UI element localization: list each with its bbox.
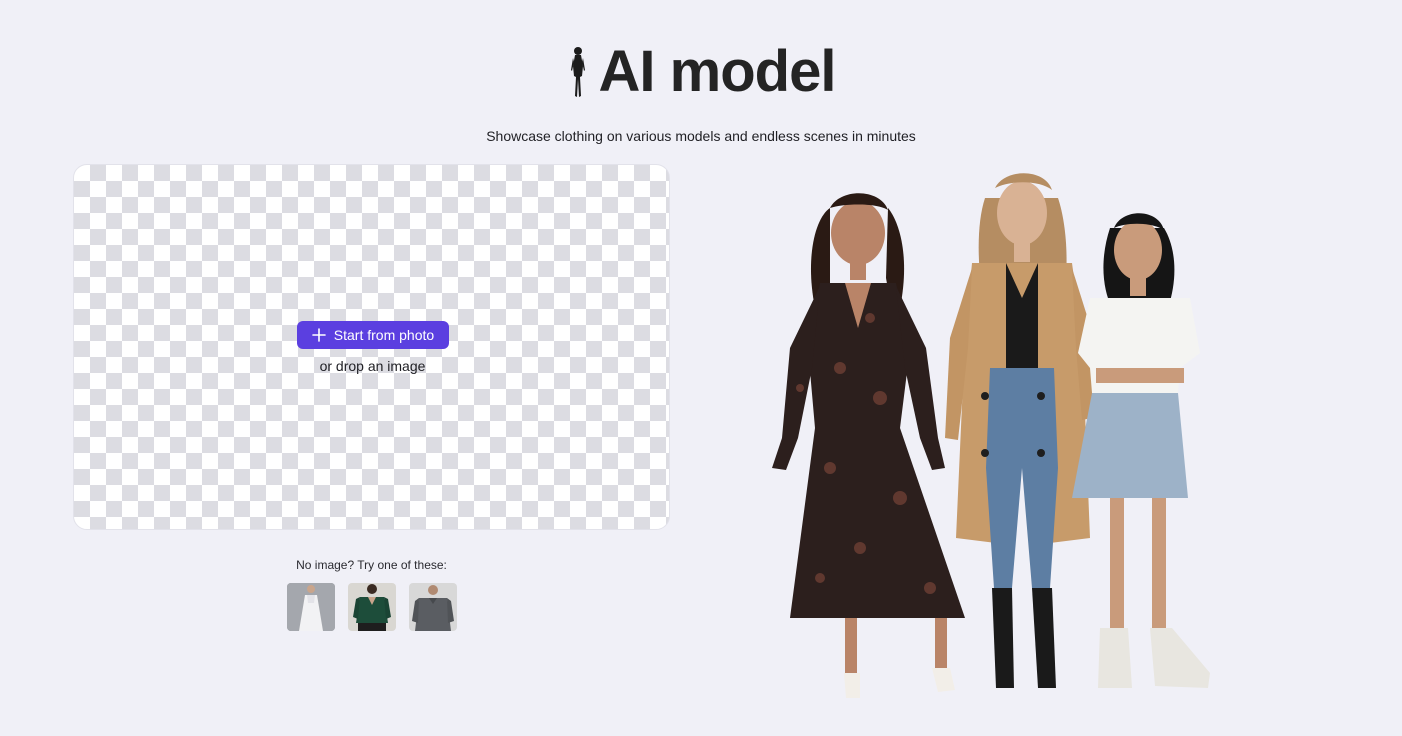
samples-label: No image? Try one of these:: [296, 558, 447, 572]
green-sweater-sample[interactable]: [348, 583, 396, 631]
woman-silhouette-icon: [570, 47, 585, 97]
model-denim-skirt: [1072, 213, 1210, 688]
image-drop-zone[interactable]: Start from photo or drop an image: [73, 164, 670, 530]
drop-image-hint: or drop an image: [319, 358, 426, 374]
start-from-photo-button[interactable]: Start from photo: [297, 321, 449, 349]
grey-sweater-sample[interactable]: [409, 583, 457, 631]
page-subtitle: Showcase clothing on various models and …: [486, 128, 916, 144]
model-floral-dress: [772, 193, 965, 698]
plus-icon: [311, 328, 326, 342]
fashion-models-image: [772, 173, 1210, 698]
start-from-photo-label: Start from photo: [333, 327, 435, 343]
page-header: AI model: [0, 32, 1402, 112]
model-trench-coat: [945, 173, 1094, 688]
sample-images: [287, 583, 457, 631]
white-dress-sample[interactable]: [287, 583, 335, 631]
page-title: AI model: [598, 39, 837, 104]
